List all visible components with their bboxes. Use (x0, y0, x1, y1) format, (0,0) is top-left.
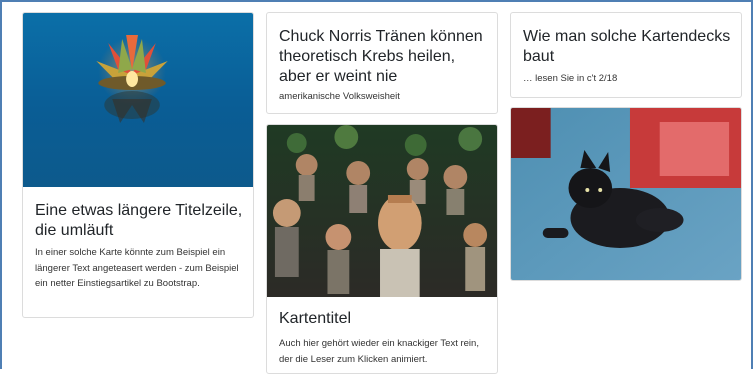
card-text: In einer solche Karte könnte zum Beispie… (35, 247, 239, 289)
wooden-figures-photo (267, 125, 497, 297)
card-title[interactable]: Eine etwas längere Titelzeile, die umläu… (35, 201, 243, 241)
floating-lantern-photo (23, 13, 253, 187)
card-title[interactable]: Kartentitel (279, 309, 489, 329)
card-text: Auch hier gehört wieder ein knackiger Te… (279, 338, 479, 365)
card-image-wooden-figures (267, 125, 497, 297)
card-text: … lesen Sie in c't 2/18 (523, 73, 618, 84)
card-text: amerikanische Volksweisheit (279, 91, 400, 102)
card-cat[interactable] (510, 107, 742, 281)
card-image-lantern (23, 13, 253, 187)
card-quote-chuck-norris[interactable]: Chuck Norris Tränen können theoretisch K… (266, 12, 498, 114)
card-title[interactable]: Wie man solche Kartendecks baut (523, 27, 733, 67)
black-cat-photo (511, 108, 741, 280)
card-lantern[interactable]: Eine etwas längere Titelzeile, die umläu… (22, 12, 254, 318)
card-kartendecks[interactable]: Wie man solche Kartendecks baut … lesen … (510, 12, 742, 98)
card-title[interactable]: Chuck Norris Tränen können theoretisch K… (279, 27, 489, 87)
card-image-cat (511, 108, 741, 280)
card-wooden-figures[interactable]: Kartentitel Auch hier gehört wieder ein … (266, 124, 498, 374)
